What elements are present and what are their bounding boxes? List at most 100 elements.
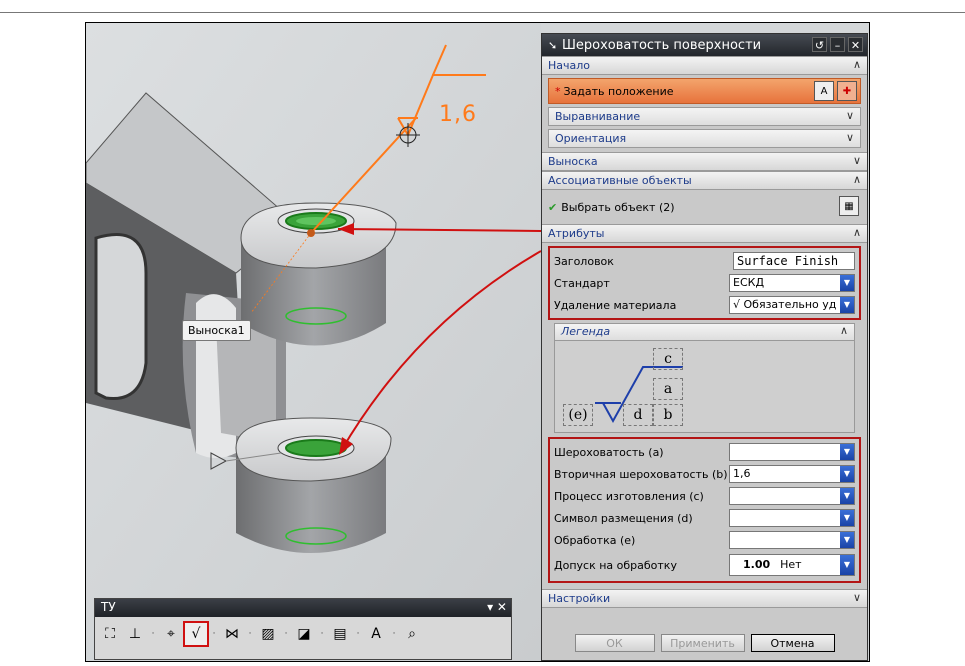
dropdown-arrow-icon[interactable]: ▼ bbox=[840, 275, 854, 291]
dropdown-arrow-icon[interactable]: ▼ bbox=[840, 466, 854, 482]
secondary-roughness-label: Вторичная шероховатость (b) bbox=[554, 467, 728, 481]
surface-finish-icon[interactable]: √ bbox=[183, 621, 209, 647]
text-position-icon[interactable]: A bbox=[814, 81, 834, 101]
apply-button[interactable]: Применить bbox=[660, 634, 745, 652]
lay-symbol-label: Символ размещения (d) bbox=[554, 511, 693, 525]
toolbar-title-bar[interactable]: ТУ ▾ ✕ bbox=[95, 599, 511, 617]
surface-finish-dialog[interactable]: ➘ Шероховатость поверхности ↺ – ✕ Начало… bbox=[541, 33, 868, 661]
section-start[interactable]: Начало ∧ bbox=[542, 56, 867, 75]
standard-select[interactable]: ЕСКД ▼ bbox=[729, 274, 855, 292]
process-label: Процесс изготовления (c) bbox=[554, 489, 704, 503]
weld-symbol-icon[interactable]: ⋈ bbox=[221, 623, 243, 645]
chevron-down-icon[interactable]: ∨ bbox=[846, 131, 854, 144]
section-settings[interactable]: Настройки ∨ bbox=[542, 589, 867, 608]
secondary-roughness-row: Вторичная шероховатость (b) 1,6 ▼ bbox=[552, 463, 857, 485]
section-attributes[interactable]: Атрибуты ∧ bbox=[542, 224, 867, 243]
standard-label: Стандарт bbox=[554, 276, 610, 290]
dropdown-arrow-icon[interactable]: · bbox=[354, 629, 362, 639]
set-position-row[interactable]: * Задать положение A ✚ bbox=[548, 78, 861, 104]
roughness-select[interactable]: ▼ bbox=[729, 443, 855, 461]
material-removal-select[interactable]: √ Обязательно уд ▼ bbox=[729, 296, 855, 314]
dropdown-arrow-icon[interactable]: · bbox=[149, 629, 157, 639]
feature-control-frame-icon[interactable]: ⌖ bbox=[160, 623, 182, 645]
dropdown-arrow-icon[interactable]: ▼ bbox=[840, 444, 854, 460]
toolbar-icons: ⛶ ⊥ · ⌖ √ · ⋈ · ▨ · ◪ · ▤ · A · ⌕ bbox=[95, 617, 511, 651]
heading-label: Заголовок bbox=[554, 254, 614, 268]
process-row: Процесс изготовления (c) ▼ bbox=[552, 485, 857, 507]
machining-label: Обработка (e) bbox=[554, 533, 636, 547]
dropdown-arrow-icon[interactable]: · bbox=[246, 629, 254, 639]
section-alignment[interactable]: Выравнивание ∨ bbox=[548, 107, 861, 126]
select-object-label: Выбрать объект (2) bbox=[561, 200, 675, 214]
search-text-icon[interactable]: ⌕ bbox=[401, 623, 423, 645]
dialog-pin-icon[interactable]: ➘ bbox=[548, 39, 562, 52]
datum-feature-icon[interactable]: ⛶ bbox=[99, 623, 121, 645]
text-style-icon[interactable]: A bbox=[365, 623, 387, 645]
chevron-down-icon[interactable]: ∨ bbox=[853, 154, 861, 167]
reset-icon[interactable]: ↺ bbox=[812, 37, 827, 52]
close-icon[interactable]: ✕ bbox=[848, 37, 863, 52]
leader-label: Выноска bbox=[548, 155, 598, 168]
chevron-up-icon[interactable]: ∧ bbox=[853, 226, 861, 239]
legend-header[interactable]: Легенда ∧ bbox=[555, 324, 854, 341]
chevron-up-icon[interactable]: ∧ bbox=[853, 173, 861, 186]
legend-diagram bbox=[595, 366, 683, 424]
datum-target-icon[interactable]: ⊥ bbox=[124, 623, 146, 645]
dropdown-arrow-icon[interactable]: · bbox=[210, 629, 218, 639]
edge-icon[interactable]: ◪ bbox=[293, 623, 315, 645]
allowance-label: Допуск на обработку bbox=[554, 558, 677, 572]
dropdown-arrow-icon[interactable]: ▼ bbox=[840, 488, 854, 504]
legend-e: (e) bbox=[563, 404, 593, 426]
section-orientation[interactable]: Ориентация ∨ bbox=[548, 129, 861, 148]
machining-select[interactable]: ▼ bbox=[729, 531, 855, 549]
process-select[interactable]: ▼ bbox=[729, 487, 855, 505]
minimize-icon[interactable]: – bbox=[830, 37, 845, 52]
secondary-roughness-select[interactable]: 1,6 ▼ bbox=[729, 465, 855, 483]
set-position-label: Задать положение bbox=[563, 84, 674, 98]
alignment-label: Выравнивание bbox=[555, 110, 641, 123]
chevron-down-icon[interactable]: ∨ bbox=[853, 591, 861, 604]
dropdown-arrow-icon[interactable]: ▼ bbox=[840, 532, 854, 548]
required-star-icon: * bbox=[555, 84, 561, 98]
tu-toolbar[interactable]: ТУ ▾ ✕ ⛶ ⊥ · ⌖ √ · ⋈ · ▨ · ◪ · ▤ · A · ⌕ bbox=[94, 598, 512, 660]
attributes-highlight: Заголовок Surface Finish Стандарт ЕСКД ▼ … bbox=[548, 246, 861, 320]
point-cursor-icon[interactable]: ✚ bbox=[837, 81, 857, 101]
ok-button[interactable]: ОК bbox=[574, 634, 655, 652]
dropdown-arrow-icon[interactable]: · bbox=[282, 629, 290, 639]
attributes-label: Атрибуты bbox=[548, 227, 605, 240]
machining-row: Обработка (e) ▼ bbox=[552, 529, 857, 551]
legend-a: a bbox=[653, 378, 683, 400]
chevron-up-icon[interactable]: ∧ bbox=[840, 324, 848, 337]
callout-label[interactable]: Выноска1 bbox=[182, 320, 251, 341]
dropdown-arrow-icon[interactable]: ▼ bbox=[840, 510, 854, 526]
hatch-icon[interactable]: ▨ bbox=[257, 623, 279, 645]
chevron-up-icon[interactable]: ∧ bbox=[853, 58, 861, 71]
note-icon[interactable]: ▤ bbox=[329, 623, 351, 645]
heading-input[interactable]: Surface Finish bbox=[733, 252, 855, 270]
legend-panel: Легенда ∧ c a (e) d b bbox=[554, 323, 855, 433]
dialog-title-bar[interactable]: ➘ Шероховатость поверхности ↺ – ✕ bbox=[542, 34, 867, 56]
legend-b: b bbox=[653, 404, 683, 426]
dropdown-arrow-icon[interactable]: ▼ bbox=[840, 297, 854, 313]
roughness-annotation[interactable]: 1,6 bbox=[439, 102, 477, 127]
params-highlight: Шероховатость (a) ▼ Вторичная шероховато… bbox=[548, 437, 861, 583]
lay-symbol-select[interactable]: ▼ bbox=[729, 509, 855, 527]
roughness-symbol-icon: √ bbox=[733, 298, 744, 311]
chevron-down-icon[interactable]: ∨ bbox=[846, 109, 854, 122]
toolbar-controls[interactable]: ▾ ✕ bbox=[487, 600, 507, 614]
top-divider bbox=[0, 12, 965, 13]
legend-d: d bbox=[623, 404, 653, 426]
select-object-row[interactable]: ✔ Выбрать объект (2) ▦ bbox=[542, 190, 867, 224]
graphics-viewport[interactable]: Выноска1 1,6 ТУ ▾ ✕ ⛶ ⊥ · ⌖ √ · ⋈ · ▨ · … bbox=[86, 23, 541, 661]
heading-row: Заголовок Surface Finish bbox=[552, 250, 857, 272]
dropdown-arrow-icon[interactable]: ▼ bbox=[840, 555, 854, 575]
allowance-select[interactable]: 1.00 Нет ▼ bbox=[729, 554, 855, 576]
select-object-icon[interactable]: ▦ bbox=[839, 196, 859, 216]
section-associative[interactable]: Ассоциативные объекты ∧ bbox=[542, 171, 867, 190]
dropdown-arrow-icon[interactable]: · bbox=[390, 629, 398, 639]
lay-symbol-row: Символ размещения (d) ▼ bbox=[552, 507, 857, 529]
cancel-button[interactable]: Отмена bbox=[750, 634, 835, 652]
roughness-label: Шероховатость (a) bbox=[554, 445, 664, 459]
dropdown-arrow-icon[interactable]: · bbox=[318, 629, 326, 639]
section-leader[interactable]: Выноска ∨ bbox=[542, 152, 867, 171]
